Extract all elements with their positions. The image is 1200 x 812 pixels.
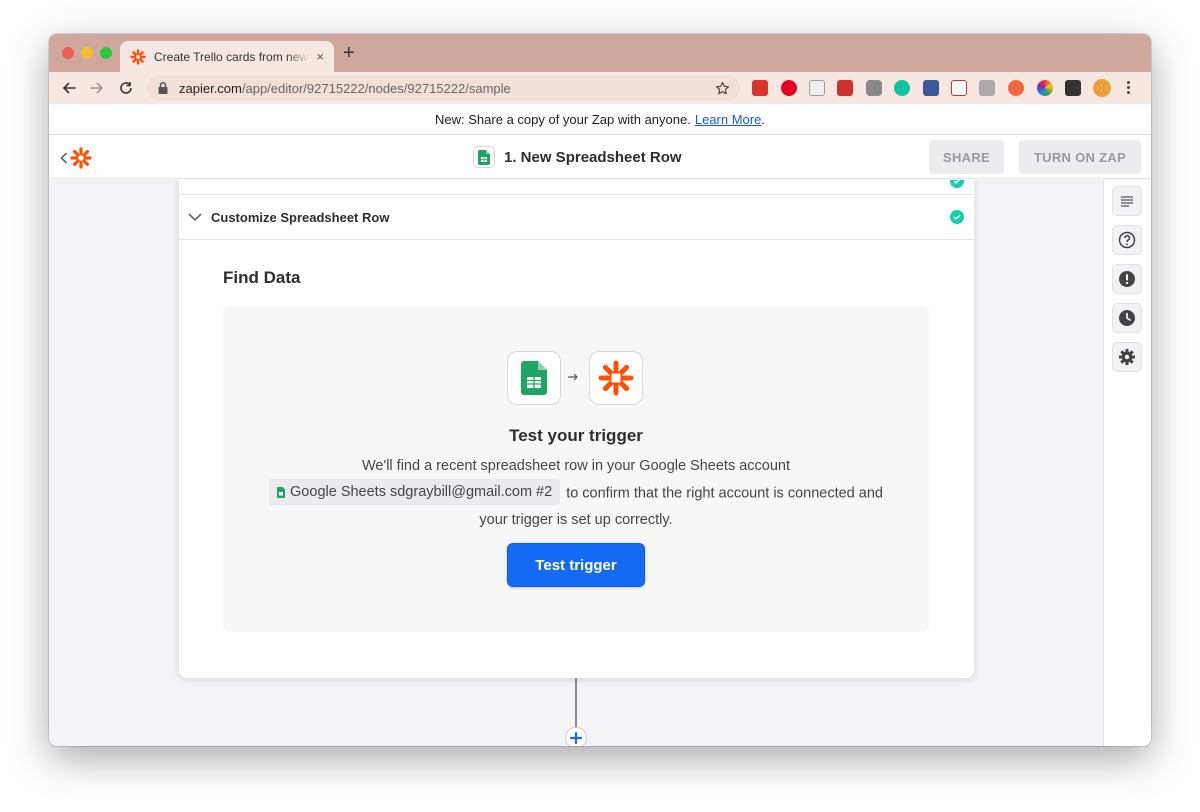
browser-window: Create Trello cards from new ro × + zapi…: [49, 34, 1151, 746]
arrow-right-icon: [567, 369, 579, 385]
test-trigger-panel: Test your trigger We'll find a recent sp…: [223, 306, 929, 632]
google-sheets-app-icon: [507, 351, 561, 405]
account-chip: Google Sheets sdgraybill@gmail.com #2: [269, 479, 561, 505]
find-data-heading: Find Data: [223, 268, 301, 287]
check-circle-icon: [950, 180, 964, 188]
extension-camera-icon[interactable]: [866, 80, 882, 96]
maximize-window-button[interactable]: [100, 47, 112, 59]
extension-facebook-icon[interactable]: [923, 80, 939, 96]
step-card: Customize Spreadsheet Row Find Data Test…: [179, 180, 974, 678]
check-circle-icon: [950, 210, 964, 224]
tab-title: Create Trello cards from new ro: [154, 49, 311, 64]
extension-grammarly-icon[interactable]: [894, 80, 910, 96]
chevron-down-icon: [188, 213, 202, 222]
forward-icon[interactable]: [87, 78, 107, 98]
customize-section-header[interactable]: Customize Spreadsheet Row: [179, 195, 974, 240]
settings-icon[interactable]: [1112, 342, 1142, 372]
extension-pinterest-icon[interactable]: [781, 80, 797, 96]
google-sheets-small-icon: [277, 486, 286, 498]
browser-toolbar: zapier.com/app/editor/92715222/nodes/927…: [49, 72, 1151, 104]
banner-period: .: [761, 111, 765, 127]
new-tab-button[interactable]: +: [343, 43, 355, 63]
share-button[interactable]: SHARE: [929, 140, 1004, 174]
help-icon[interactable]: [1112, 225, 1142, 255]
section-label: Customize Spreadsheet Row: [211, 209, 390, 225]
extension-cart-icon[interactable]: [951, 80, 967, 96]
back-icon[interactable]: [59, 78, 79, 98]
alert-icon[interactable]: [1112, 264, 1142, 294]
previous-section: [179, 180, 974, 195]
minimize-window-button[interactable]: [81, 47, 93, 59]
extension-pdf-icon[interactable]: [837, 80, 853, 96]
reload-icon[interactable]: [116, 78, 136, 98]
browser-tab[interactable]: Create Trello cards from new ro ×: [120, 41, 334, 72]
extension-notes-icon[interactable]: [809, 80, 825, 96]
google-sheets-icon: [473, 146, 495, 168]
extension-lastpass-icon[interactable]: [752, 80, 768, 96]
extension-k-icon[interactable]: [1008, 80, 1024, 96]
description-line-1: We'll find a recent spreadsheet row in y…: [361, 458, 791, 474]
tab-close-icon[interactable]: ×: [316, 49, 324, 64]
test-trigger-button[interactable]: Test trigger: [507, 543, 645, 587]
right-sidebar: [1103, 180, 1151, 746]
editor-canvas: Customize Spreadsheet Row Find Data Test…: [49, 180, 1103, 746]
lock-icon: [158, 81, 168, 94]
step-title-text: 1. New Spreadsheet Row: [504, 148, 682, 166]
extension-color-icon[interactable]: [1037, 80, 1053, 96]
editor-header: 1. New Spreadsheet Row SHARE TURN ON ZAP: [49, 135, 1151, 179]
extensions-puzzle-icon[interactable]: [1065, 80, 1081, 96]
extension-screenshot-icon[interactable]: [979, 80, 995, 96]
step-title[interactable]: 1. New Spreadsheet Row: [473, 146, 682, 168]
zapier-logo-icon: [70, 147, 92, 169]
test-trigger-title: Test your trigger: [509, 426, 643, 445]
chevron-left-icon: [60, 152, 68, 164]
zapier-app-icon: [589, 351, 643, 405]
description-line-2: to confirm that the right account is con…: [566, 485, 883, 502]
learn-more-link[interactable]: Learn More: [695, 112, 761, 127]
history-icon[interactable]: [1112, 303, 1142, 333]
back-to-dashboard-button[interactable]: [60, 147, 92, 169]
close-window-button[interactable]: [62, 47, 74, 59]
announcement-banner: New: Share a copy of your Zap with anyon…: [49, 104, 1151, 135]
url-text: zapier.com/app/editor/92715222/nodes/927…: [179, 80, 511, 96]
add-step-button[interactable]: [565, 727, 587, 746]
profile-avatar[interactable]: [1093, 79, 1111, 97]
zapier-favicon-icon: [130, 48, 146, 65]
address-bar[interactable]: zapier.com/app/editor/92715222/nodes/927…: [147, 75, 740, 101]
bookmark-star-icon[interactable]: [715, 81, 730, 96]
description-line-3: your trigger is set up correctly.: [479, 511, 673, 528]
test-trigger-description: We'll find a recent spreadsheet row in y…: [223, 453, 929, 533]
plus-icon: [570, 732, 582, 744]
tab-strip: Create Trello cards from new ro × +: [49, 34, 1151, 72]
browser-menu-icon[interactable]: [1127, 80, 1131, 96]
account-name: Google Sheets sdgraybill@gmail.com #2: [290, 484, 553, 500]
banner-text: New: Share a copy of your Zap with anyon…: [435, 111, 691, 127]
details-icon[interactable]: [1112, 186, 1142, 216]
turn-on-zap-button[interactable]: TURN ON ZAP: [1019, 140, 1141, 174]
